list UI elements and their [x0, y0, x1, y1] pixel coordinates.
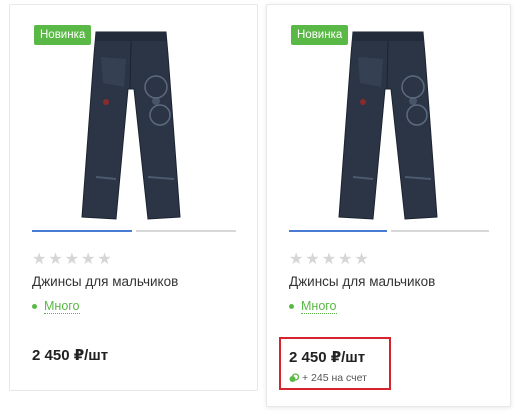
pager-segment-active[interactable] — [289, 230, 387, 232]
stock-dot-icon — [32, 304, 37, 309]
star-icon[interactable]: ★ — [338, 251, 352, 267]
star-icon[interactable]: ★ — [65, 251, 79, 267]
stock-status[interactable]: Много — [32, 299, 80, 314]
product-card[interactable]: Новинка ★ ★ ★ ★ ★ Джинсы для мальчиков М… — [9, 4, 258, 391]
bonus-info: + 245 на счет — [289, 372, 367, 384]
star-icon[interactable]: ★ — [322, 251, 336, 267]
product-price: 2 450 ₽/шт — [32, 347, 109, 364]
star-icon[interactable]: ★ — [32, 251, 46, 267]
star-icon[interactable]: ★ — [48, 251, 62, 267]
rating-stars[interactable]: ★ ★ ★ ★ ★ — [32, 251, 112, 267]
product-price: 2 450 ₽/шт — [289, 349, 366, 366]
stock-dot-icon — [289, 304, 294, 309]
stock-label: Много — [44, 299, 80, 314]
pager-segment[interactable] — [391, 230, 489, 232]
product-title[interactable]: Джинсы для мальчиков — [32, 274, 178, 289]
pager-segment-active[interactable] — [32, 230, 132, 232]
product-image[interactable] — [313, 27, 463, 225]
bonus-text: + 245 на счет — [302, 372, 367, 384]
price-highlight-box: 2 450 ₽/шт + 245 на счет — [279, 337, 391, 390]
stock-status[interactable]: Много — [289, 299, 337, 314]
product-card[interactable]: Новинка ★ ★ ★ ★ ★ Джинсы для мальчиков М… — [266, 4, 511, 407]
star-icon[interactable]: ★ — [289, 251, 303, 267]
pager-segment[interactable] — [136, 230, 236, 232]
product-image[interactable] — [56, 27, 206, 225]
stock-label: Много — [301, 299, 337, 314]
star-icon[interactable]: ★ — [354, 251, 368, 267]
star-icon[interactable]: ★ — [97, 251, 111, 267]
star-icon[interactable]: ★ — [81, 251, 95, 267]
bonus-coins-icon — [289, 373, 299, 382]
star-icon[interactable]: ★ — [305, 251, 319, 267]
rating-stars[interactable]: ★ ★ ★ ★ ★ — [289, 251, 369, 267]
product-title[interactable]: Джинсы для мальчиков — [289, 274, 435, 289]
